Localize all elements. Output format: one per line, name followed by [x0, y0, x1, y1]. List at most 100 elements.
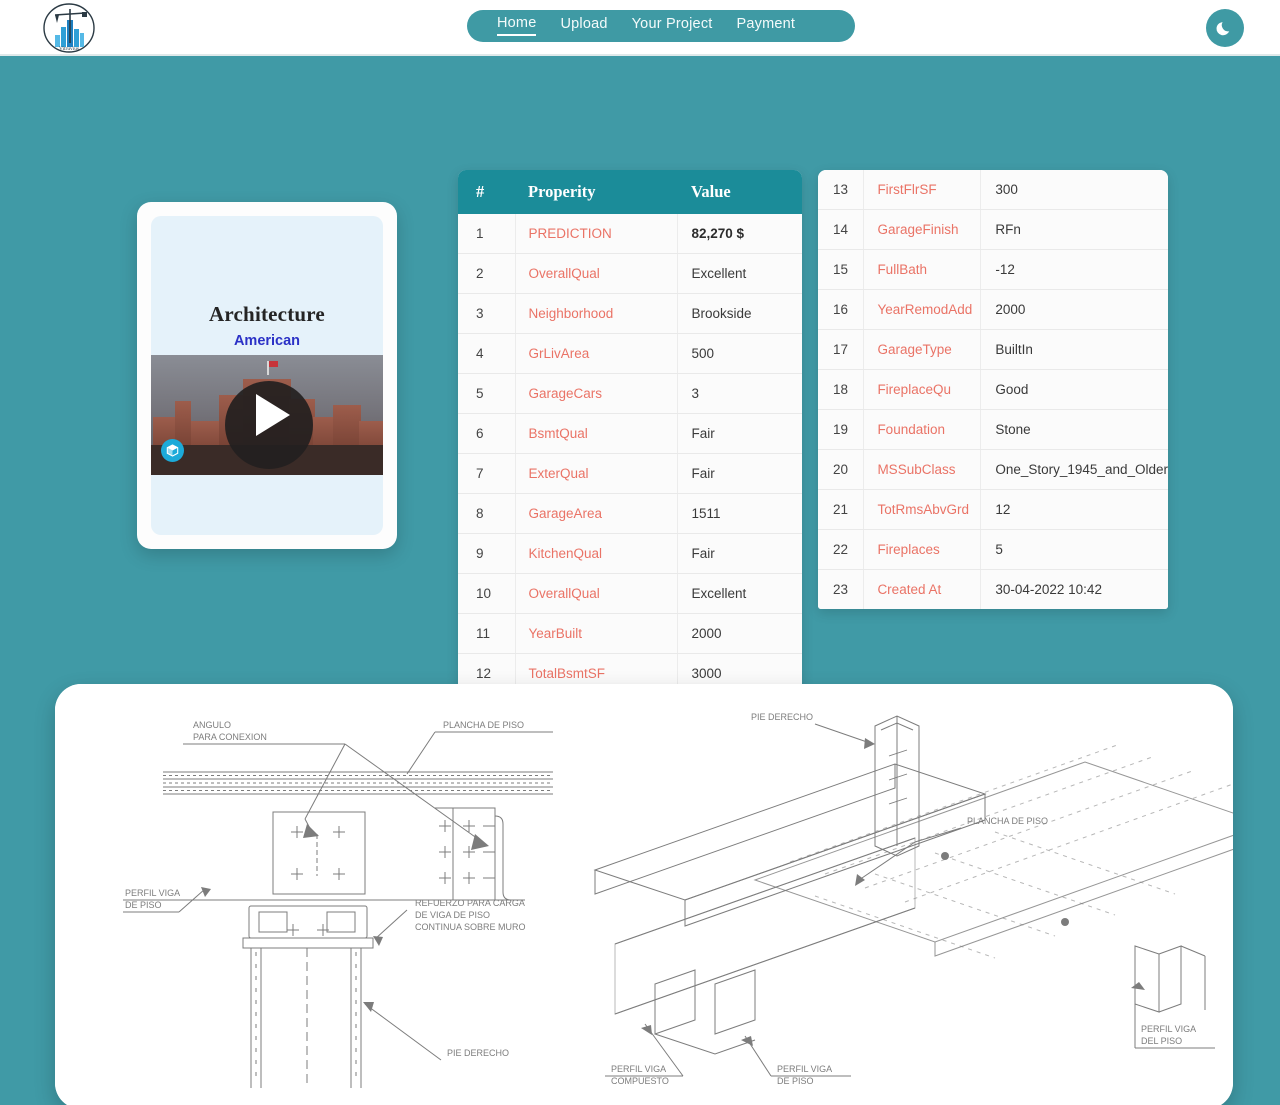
row-value-cell: Fair — [677, 413, 802, 454]
table-row: 7 ExterQual Fair — [458, 453, 802, 494]
table-head: # Properity Value — [458, 170, 802, 214]
model-card-title: Architecture — [209, 302, 325, 326]
play-icon[interactable] — [256, 394, 290, 436]
table-row: 1 PREDICTION 82,270 $ — [458, 214, 802, 254]
sketchfab-cube-glyph — [166, 444, 179, 457]
table-row: 23 Created At 30-04-2022 10:42 — [818, 569, 1168, 609]
table-row: 6 BsmtQual Fair — [458, 413, 802, 454]
row-property-cell: Neighborhood — [515, 293, 678, 334]
theme-toggle-button[interactable] — [1206, 9, 1244, 47]
prediction-table-right: 13 FirstFlrSF 300 14 GarageFinish RFn 15 FullBa… — [818, 170, 1168, 609]
nav-link-payment[interactable]: Payment — [737, 17, 796, 35]
blueprint-label: PERFIL VIGA — [777, 1064, 832, 1074]
blueprint-label: DE VIGA DE PISO — [415, 910, 490, 920]
blueprint-label: ANGULO — [193, 720, 231, 730]
row-property-cell: GrLivArea — [515, 333, 678, 374]
row-property-cell: OverallQual — [515, 253, 678, 294]
model-card-subtitle: American — [233, 333, 301, 349]
blueprint-label: PLANCHA DE PISO — [443, 720, 524, 730]
row-property-cell: OverallQual — [515, 573, 678, 614]
row-value-cell: 500 — [677, 333, 802, 374]
model-card-inner: Architecture American — [151, 216, 383, 535]
table-row: 14 GarageFinish RFn — [818, 209, 1168, 250]
row-value-cell: 2000 — [677, 613, 802, 654]
nav-link-home[interactable]: Home — [497, 16, 537, 36]
table-body-right: 13 FirstFlrSF 300 14 GarageFinish RFn 15 FullBa… — [818, 170, 1168, 609]
table-row: 22 Fireplaces 5 — [818, 529, 1168, 570]
row-value-cell: Stone — [980, 409, 1168, 450]
prediction-table-left: # Properity Value 1 PREDICTION 82,270 $2 Ov… — [458, 170, 802, 693]
row-property-cell: TotRmsAbvGrd — [863, 489, 982, 530]
table-body-left: 1 PREDICTION 82,270 $2 OverallQual Excellent… — [458, 214, 802, 693]
row-value-cell: 2000 — [980, 289, 1168, 330]
row-property-cell: FirstFlrSF — [863, 170, 982, 210]
table-row: 9 KitchenQual Fair — [458, 533, 802, 574]
col-header-value: Value — [677, 170, 802, 214]
row-property-cell: PREDICTION — [515, 214, 678, 254]
row-property-cell: Foundation — [863, 409, 982, 450]
row-value-cell: 300 — [980, 170, 1168, 210]
table-row: 21 TotRmsAbvGrd 12 — [818, 489, 1168, 530]
row-index-cell: 13 — [818, 170, 865, 210]
row-property-cell: Fireplaces — [863, 529, 982, 570]
table-row: 20 MSSubClass One_Story_1945_and_Older — [818, 449, 1168, 490]
blueprint-label: DEL PISO — [1141, 1036, 1182, 1046]
table-row: 3 Neighborhood Brookside — [458, 293, 802, 334]
row-index-cell: 10 — [458, 573, 516, 614]
blueprint-label: PERFIL VIGA — [611, 1064, 666, 1074]
navbar: Vitruvius Home Upload Your Project Payme… — [0, 0, 1280, 56]
row-value-cell: 12 — [980, 489, 1168, 530]
row-property-cell: BsmtQual — [515, 413, 678, 454]
row-value-cell: Excellent — [677, 253, 802, 294]
blueprint-label: DE PISO — [777, 1076, 814, 1086]
nav-link-upload[interactable]: Upload — [560, 17, 607, 35]
row-index-cell: 23 — [818, 569, 865, 609]
row-property-cell: KitchenQual — [515, 533, 678, 574]
col-header-index: # — [458, 170, 515, 214]
vitruvius-logo-icon: Vitruvius — [43, 3, 95, 53]
brand-logo-text: Vitruvius — [59, 46, 79, 52]
results-table-left: # Properity Value 1 PREDICTION 82,270 $2 Ov… — [458, 170, 802, 693]
primary-nav: Home Upload Your Project Payment — [467, 10, 855, 42]
row-value-cell: Fair — [677, 533, 802, 574]
table-row: 10 OverallQual Excellent — [458, 573, 802, 614]
blueprint-label: PIE DERECHO — [751, 712, 813, 722]
col-header-property: Properity — [515, 170, 677, 214]
row-index-cell: 20 — [818, 449, 865, 490]
row-index-cell: 21 — [818, 489, 865, 530]
table-header-row: # Properity Value — [458, 170, 802, 214]
row-property-cell: GarageFinish — [863, 209, 982, 250]
row-index-cell: 1 — [458, 214, 516, 254]
row-property-cell: ExterQual — [515, 453, 678, 494]
brand-logo[interactable]: Vitruvius — [40, 2, 98, 54]
row-property-cell: YearBuilt — [515, 613, 678, 654]
nav-link-your-project[interactable]: Your Project — [632, 17, 713, 35]
row-index-cell: 15 — [818, 249, 865, 290]
row-index-cell: 19 — [818, 409, 865, 450]
table-row: 17 GarageType BuiltIn — [818, 329, 1168, 370]
row-value-cell: 3 — [677, 373, 802, 414]
table-row: 15 FullBath -12 — [818, 249, 1168, 290]
row-index-cell: 9 — [458, 533, 516, 574]
row-index-cell: 22 — [818, 529, 865, 570]
blueprint-label: PERFIL VIGA — [125, 888, 180, 898]
model-preview-card[interactable]: Architecture American — [137, 202, 397, 549]
table-row: 16 YearRemodAdd 2000 — [818, 289, 1168, 330]
row-index-cell: 8 — [458, 493, 516, 534]
blueprint-label: REFUERZO PARA CARGA — [415, 898, 525, 908]
row-index-cell: 6 — [458, 413, 516, 454]
row-index-cell: 18 — [818, 369, 865, 410]
blueprint-label: PIE DERECHO — [447, 1048, 509, 1058]
sketchfab-icon[interactable] — [161, 439, 184, 462]
blueprint-label: PARA CONEXION — [193, 732, 267, 742]
blueprint-label: DE PISO — [125, 900, 162, 910]
row-value-cell: One_Story_1945_and_Older — [980, 449, 1168, 490]
row-index-cell: 5 — [458, 373, 516, 414]
sketchfab-embed[interactable] — [151, 355, 383, 475]
page-body: Architecture American # Properity Value … — [0, 56, 1280, 1105]
row-value-cell: BuiltIn — [980, 329, 1168, 370]
row-property-cell: FullBath — [863, 249, 982, 290]
row-value-cell: 1511 — [677, 493, 802, 534]
row-value-cell: Excellent — [677, 573, 802, 614]
row-value-cell: 82,270 $ — [677, 214, 802, 254]
